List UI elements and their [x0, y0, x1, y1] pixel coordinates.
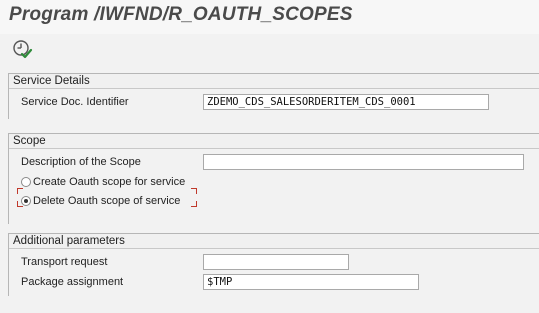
- service-details-group: Service Details Service Doc. Identifier …: [8, 73, 539, 119]
- create-oauth-scope-radio[interactable]: Create Oauth scope for service: [21, 176, 185, 192]
- page-title: Program /IWFND/R_OAUTH_SCOPES: [9, 4, 353, 25]
- application-toolbar: [0, 34, 539, 64]
- delete-oauth-scope-radio[interactable]: Delete Oauth scope of service: [21, 195, 180, 211]
- transport-request-input[interactable]: [203, 254, 349, 270]
- scope-description-input[interactable]: [203, 154, 524, 170]
- create-oauth-scope-label: Create Oauth scope for service: [33, 176, 186, 188]
- package-assignment-input[interactable]: $TMP: [203, 274, 419, 290]
- transport-request-label: Transport request: [21, 256, 108, 268]
- scope-header: Scope: [9, 134, 539, 149]
- additional-parameters-group: Additional parameters Transport request …: [8, 233, 539, 296]
- service-doc-identifier-input[interactable]: ZDEMO_CDS_SALESORDERITEM_CDS_0001: [203, 94, 489, 110]
- scope-group: Scope Description of the Scope Create Oa…: [8, 133, 539, 224]
- execute-button[interactable]: [11, 38, 33, 60]
- additional-parameters-header: Additional parameters: [9, 234, 539, 249]
- package-assignment-label: Package assignment: [21, 276, 124, 288]
- radio-button-checked[interactable]: [21, 196, 31, 206]
- title-bar: Program /IWFND/R_OAUTH_SCOPES: [0, 0, 539, 34]
- execute-clock-check-icon: [13, 40, 33, 59]
- scope-description-label: Description of the Scope: [21, 156, 141, 168]
- delete-oauth-scope-label: Delete Oauth scope of service: [33, 195, 181, 207]
- radio-button-unchecked[interactable]: [21, 177, 31, 187]
- service-details-header: Service Details: [9, 74, 539, 89]
- service-doc-identifier-label: Service Doc. Identifier: [21, 96, 129, 108]
